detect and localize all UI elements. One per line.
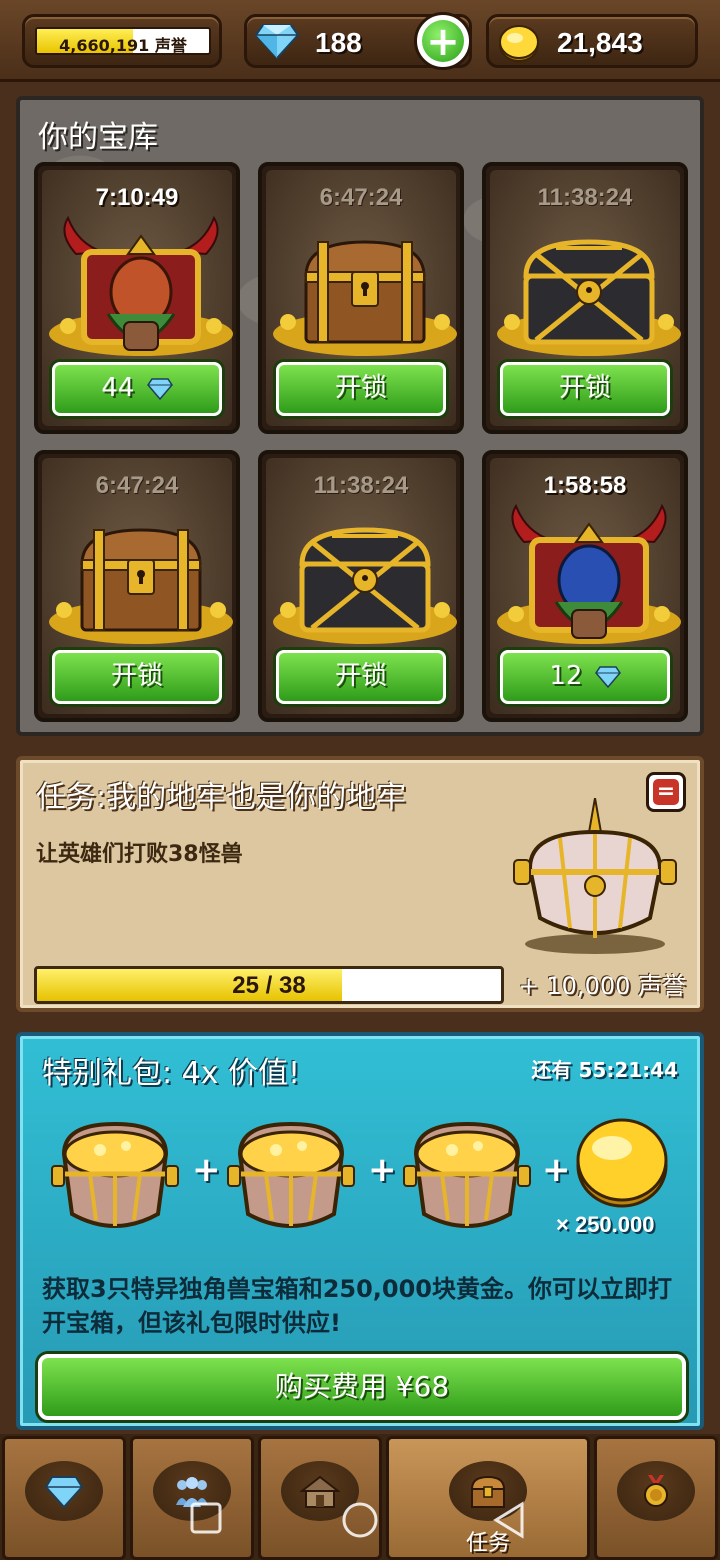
- vault-card[interactable]: 7:10:49 44: [34, 162, 240, 434]
- iron-chest-icon: [273, 527, 457, 644]
- gold-coin-icon: [499, 25, 539, 62]
- offer-coin-quantity: × 250.000: [556, 1212, 655, 1237]
- offer-timer: 还有 55:21:44: [531, 1058, 678, 1082]
- plus-icon: +: [368, 1150, 397, 1190]
- gem-count: 188: [315, 27, 362, 58]
- treasure-chest-icon: [403, 1121, 531, 1228]
- diamond-icon: [255, 24, 299, 59]
- nav-tab-quests[interactable]: 任务: [386, 1436, 590, 1560]
- back-icon[interactable]: [492, 1500, 528, 1540]
- reputation-text: 4,660,191 声誉: [59, 36, 187, 55]
- unlock-button[interactable]: 开锁: [52, 650, 222, 704]
- demon-chest-icon: [49, 215, 233, 356]
- vault-panel: 你的宝库 7:10:49 44 6:47:24 开锁 11:38:24 开锁 6…: [16, 96, 704, 736]
- gem-icon: [44, 1476, 84, 1509]
- unlock-button-label: 44: [101, 373, 135, 403]
- demon-chest-icon: [497, 503, 681, 644]
- unlock-button[interactable]: 12: [500, 650, 670, 704]
- unlock-button[interactable]: 开锁: [500, 362, 670, 416]
- unlock-button[interactable]: 开锁: [276, 362, 446, 416]
- unlock-button[interactable]: 44: [52, 362, 222, 416]
- vault-card[interactable]: 11:38:24 开锁: [258, 450, 464, 722]
- vault-card[interactable]: 1:58:58 12: [482, 450, 688, 722]
- nav-tab-shop[interactable]: [2, 1436, 126, 1560]
- unlock-button-label: 开锁: [558, 373, 611, 403]
- diamond-icon: [146, 377, 173, 400]
- special-offer-panel: 特别礼包: 4x 价值! 还有 55:21:44 + + + × 250.000…: [16, 1032, 704, 1430]
- home-icon[interactable]: [340, 1500, 380, 1540]
- quest-reward: + 10,000 声誉: [518, 972, 686, 1000]
- wooden-chest-icon: [49, 528, 233, 644]
- offer-description: 获取3只特异独角兽宝箱和250,000块黄金。你可以立即打开宝箱，但该礼包限时供…: [42, 1275, 673, 1337]
- quest-progress-text: 25 / 38: [232, 972, 306, 999]
- buy-button[interactable]: 购买费用 ¥68: [38, 1354, 686, 1420]
- top-resource-bar: 4,660,191 声誉 188 + 21,843: [0, 0, 720, 82]
- vault-card[interactable]: 6:47:24 开锁: [34, 450, 240, 722]
- plus-icon: +: [192, 1150, 221, 1190]
- medal-icon: [644, 1475, 668, 1507]
- bottom-navigation: 任务: [0, 1434, 720, 1560]
- nav-tab-heroes[interactable]: [130, 1436, 254, 1560]
- card-timer: 11:38:24: [537, 184, 633, 211]
- plus-icon: +: [426, 19, 460, 65]
- unlock-button-label: 开锁: [334, 373, 387, 403]
- gold-pill[interactable]: 21,843: [486, 14, 698, 68]
- quest-description: 让英雄们打败38怪兽: [36, 842, 243, 867]
- nav-tab-label: 任务: [465, 1531, 510, 1556]
- offer-title: 特别礼包: 4x 价值!: [42, 1056, 301, 1091]
- unlock-button-label: 开锁: [334, 661, 387, 691]
- recent-apps-icon[interactable]: [188, 1500, 224, 1536]
- nav-tab-dungeon[interactable]: [258, 1436, 382, 1560]
- unlock-button[interactable]: 开锁: [276, 650, 446, 704]
- treasure-chest-icon: [227, 1121, 355, 1228]
- unlock-button-label: 12: [549, 661, 583, 691]
- reputation-pill[interactable]: 4,660,191 声誉: [22, 14, 222, 68]
- card-timer: 1:58:58: [543, 472, 627, 499]
- diamond-icon: [594, 665, 621, 688]
- reputation-bar: 4,660,191 声誉: [35, 27, 211, 55]
- gold-count: 21,843: [557, 27, 643, 58]
- gold-coin-icon: [576, 1118, 668, 1208]
- vault-card[interactable]: 6:47:24 开锁: [258, 162, 464, 434]
- quest-progress-bar: 25 / 38: [34, 966, 504, 1004]
- plus-icon: +: [542, 1150, 571, 1190]
- card-timer: 6:47:24: [95, 472, 179, 499]
- wooden-chest-icon: [273, 240, 457, 356]
- vault-title: 你的宝库: [38, 120, 158, 155]
- quest-title: 任务:我的地牢也是你的地牢: [36, 780, 407, 815]
- quest-panel: 任务:我的地牢也是你的地牢 = 让英雄们打败38怪兽 25 / 38 + 10,…: [16, 756, 704, 1012]
- iron-chest-icon: [497, 239, 681, 356]
- add-gems-button[interactable]: +: [414, 12, 472, 70]
- nav-tab-achievements[interactable]: [594, 1436, 718, 1560]
- card-timer: 11:38:24: [313, 472, 409, 499]
- card-timer: 6:47:24: [319, 184, 403, 211]
- vault-card[interactable]: 11:38:24 开锁: [482, 162, 688, 434]
- unlock-button-label: 开锁: [110, 661, 163, 691]
- card-timer: 7:10:49: [95, 184, 179, 211]
- unicorn-chest-icon: [513, 798, 677, 954]
- house-icon: [300, 1475, 340, 1508]
- treasure-chest-icon: [51, 1121, 179, 1228]
